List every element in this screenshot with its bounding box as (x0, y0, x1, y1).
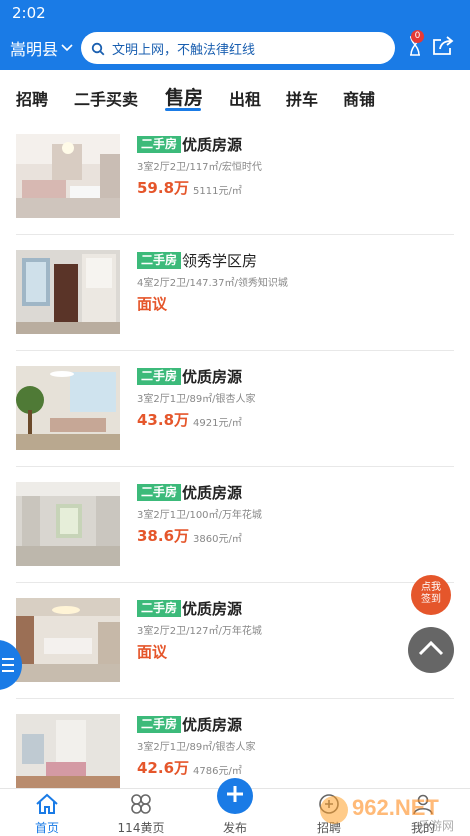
listing-item[interactable]: 二手房 优质房源 3室2厅1卫/89㎡/银杏人家 43.8万 4921元/㎡ (0, 358, 470, 474)
tab-rent[interactable]: 出租 (229, 86, 261, 110)
tab-carpool[interactable]: 拼车 (286, 86, 318, 110)
nav-home-label: 首页 (34, 821, 59, 835)
listing-desc: 3室2厅1卫/100㎡/万年花城 (137, 510, 262, 521)
listing-tag: 二手房 (137, 252, 182, 269)
listing-price: 38.6万 (137, 527, 190, 545)
city-label: 嵩明县 (10, 40, 59, 59)
listing-photo (16, 134, 120, 218)
listing-item[interactable]: 二手房 优质房源 3室2厅2卫/117㎡/宏恒时代 59.8万 5111元/㎡ (0, 126, 470, 242)
listing-desc: 4室2厅2卫/147.37㎡/领秀知识城 (137, 278, 288, 289)
category-tabs: 招聘 二手买卖 售房 出租 拼车 商铺 (0, 70, 470, 126)
watermark-sub: 乐游网 (418, 819, 454, 833)
listing-title: 优质房源 (182, 484, 243, 502)
listing-unit-price: 5111元/㎡ (193, 186, 242, 197)
city-selector[interactable]: 嵩明县 (10, 36, 73, 60)
listing-item[interactable]: 二手房 优质房源 3室2厅1卫/100㎡/万年花城 38.6万 3860元/㎡ (0, 474, 470, 590)
listing-price: 42.6万 (137, 759, 190, 777)
listing-tag: 二手房 (137, 600, 182, 617)
search-icon (91, 41, 105, 56)
divider (16, 350, 454, 351)
search-placeholder: 文明上网，不触法律红线 (112, 42, 256, 58)
chevron-up-icon (418, 640, 444, 660)
tab-shops[interactable]: 商铺 (343, 86, 375, 110)
nav-yellow-pages-label: 114黄页 (117, 821, 165, 835)
divider (16, 582, 454, 583)
divider (16, 698, 454, 699)
listing-tag: 二手房 (137, 136, 182, 153)
listing-desc: 3室2厅1卫/89㎡/银杏人家 (137, 394, 256, 405)
listing-title: 优质房源 (182, 368, 243, 386)
signin-button[interactable]: 点我签到 (411, 575, 451, 615)
listing-photo (16, 598, 120, 682)
notification-badge: 0 (411, 30, 424, 43)
status-time: 2:02 (12, 4, 46, 22)
status-bar: 2:02 (0, 0, 470, 26)
listing-photo (16, 714, 120, 788)
listing-desc: 3室2厅1卫/89㎡/银杏人家 (137, 742, 256, 753)
back-to-top-button[interactable] (408, 627, 454, 673)
chevron-down-icon (61, 41, 73, 55)
listing-tag: 二手房 (137, 368, 182, 385)
listing-price: 59.8万 (137, 179, 190, 197)
tab-secondhand[interactable]: 二手买卖 (74, 86, 138, 110)
tab-house-sale[interactable]: 售房 (165, 83, 203, 110)
listing-tag: 二手房 (137, 716, 182, 733)
top-header: 嵩明县 文明上网，不触法律红线 0 (0, 26, 470, 70)
nav-yellow-pages[interactable]: 114黄页 (94, 789, 188, 836)
notification-button[interactable]: 0 (404, 26, 426, 70)
divider (16, 234, 454, 235)
listing-item[interactable]: 二手房 领秀学区房 4室2厅2卫/147.37㎡/领秀知识城 面议 (0, 242, 470, 358)
divider (16, 466, 454, 467)
share-icon (432, 36, 454, 60)
listing-photo (16, 482, 120, 566)
watermark-text: 962.NET (352, 795, 439, 820)
listing-tag: 二手房 (137, 484, 182, 501)
listing-title: 优质房源 (182, 716, 243, 734)
active-tab-indicator (165, 108, 201, 111)
publish-button[interactable] (217, 778, 253, 814)
listing-title: 优质房源 (182, 600, 243, 618)
tab-recruit[interactable]: 招聘 (16, 86, 48, 110)
listing-unit-price: 4921元/㎡ (193, 418, 242, 429)
nav-home[interactable]: 首页 (0, 789, 94, 836)
listing-price: 面议 (137, 295, 168, 313)
home-icon (35, 793, 59, 819)
listing-photo (16, 250, 120, 334)
listing-desc: 3室2厅2卫/117㎡/宏恒时代 (137, 162, 262, 173)
search-bar[interactable]: 文明上网，不触法律红线 (81, 32, 396, 64)
nav-publish-label: 发布 (222, 821, 247, 835)
menu-icon (2, 656, 16, 678)
signin-label: 点我签到 (421, 582, 441, 605)
listing-title: 优质房源 (182, 136, 243, 154)
share-button[interactable] (430, 26, 456, 70)
listing-item[interactable]: 二手房 优质房源 3室2厅2卫/127㎡/万年花城 面议 (0, 590, 470, 706)
listing-photo (16, 366, 120, 450)
listing-unit-price: 4786元/㎡ (193, 766, 242, 777)
listing-title: 领秀学区房 (182, 252, 258, 270)
clover-icon (130, 793, 152, 819)
watermark: 962.NET 乐游网 (318, 790, 468, 834)
listing-price: 面议 (137, 643, 168, 661)
listing-desc: 3室2厅2卫/127㎡/万年花城 (137, 626, 262, 637)
listing-unit-price: 3860元/㎡ (193, 534, 242, 545)
listing-price: 43.8万 (137, 411, 190, 429)
plus-icon (225, 784, 245, 808)
